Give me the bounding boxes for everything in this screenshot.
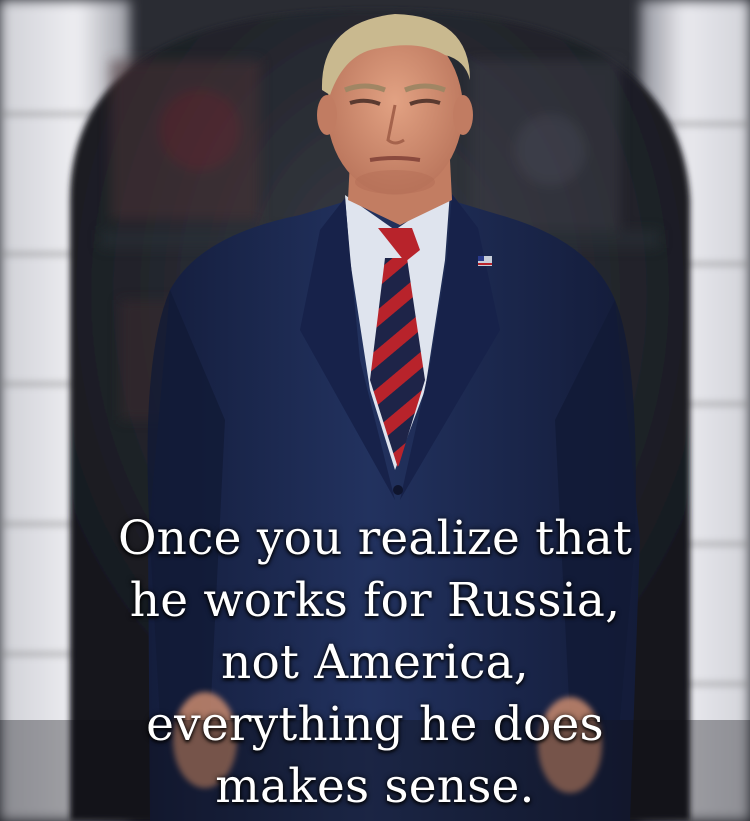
caption-line-5: makes sense. (215, 759, 535, 814)
photo-scene: Once you realize that he works for Russi… (0, 0, 750, 821)
meme-caption: Once you realize that he works for Russi… (0, 508, 750, 818)
caption-line-3: not America, (221, 635, 529, 690)
caption-line-2: he works for Russia, (129, 573, 621, 628)
caption-line-4: everything he does (146, 697, 604, 752)
caption-line-1: Once you realize that (117, 511, 633, 566)
